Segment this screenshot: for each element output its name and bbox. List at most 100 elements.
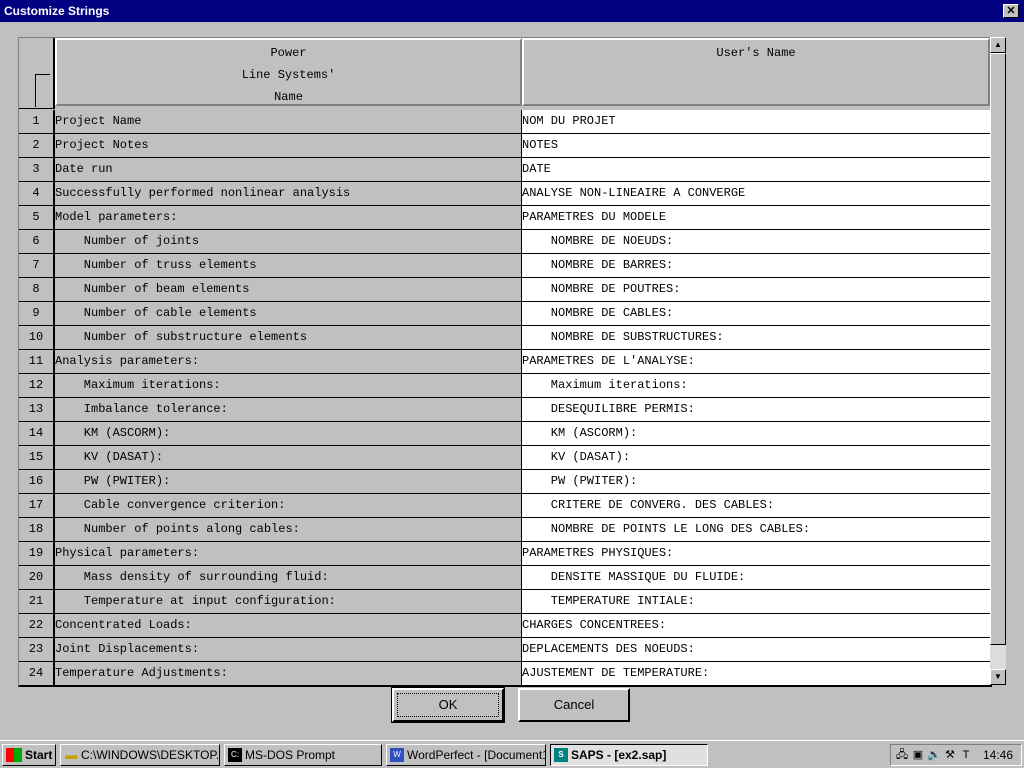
user-name-cell[interactable]: NOMBRE DE NOEUDS: [522, 230, 991, 253]
row-number[interactable]: 20 [19, 566, 55, 589]
user-name-cell[interactable]: AJUSTEMENT DE TEMPERATURE: [522, 662, 991, 685]
row-number[interactable]: 22 [19, 614, 55, 637]
table-row: 16 PW (PWITER): PW (PWITER): [19, 470, 991, 494]
taskbar-item-wordperfect[interactable]: W WordPerfect - [Document1] [386, 744, 546, 766]
table-row: 21 Temperature at input configuration: T… [19, 590, 991, 614]
row-number[interactable]: 10 [19, 326, 55, 349]
row-number[interactable]: 6 [19, 230, 55, 253]
system-name-cell: PW (PWITER): [55, 470, 522, 493]
monitor-icon[interactable]: ▣ [911, 748, 925, 762]
row-number[interactable]: 13 [19, 398, 55, 421]
scroll-thumb[interactable] [990, 53, 1006, 645]
user-name-cell[interactable]: DENSITE MASSIQUE DU FLUIDE: [522, 566, 991, 589]
taskbar-item-label: MS-DOS Prompt [245, 748, 336, 762]
user-name-cell[interactable]: NOMBRE DE POUTRES: [522, 278, 991, 301]
start-label: Start [25, 748, 53, 762]
row-number[interactable]: 17 [19, 494, 55, 517]
user-name-cell[interactable]: NOMBRE DE CABLES: [522, 302, 991, 325]
header-line: Name [274, 90, 303, 104]
header-line: Power [270, 46, 307, 60]
table-row: 15 KV (DASAT): KV (DASAT): [19, 446, 991, 470]
row-number[interactable]: 21 [19, 590, 55, 613]
window-title: Customize Strings [4, 4, 110, 18]
close-icon: ✕ [1006, 5, 1016, 17]
network-icon[interactable]: 🖧 [895, 748, 909, 762]
user-name-cell[interactable]: PARAMETRES PHYSIQUES: [522, 542, 991, 565]
user-name-cell[interactable]: KV (DASAT): [522, 446, 991, 469]
system-name-cell: Project Name [55, 110, 522, 133]
font-icon[interactable]: T [959, 748, 973, 762]
system-name-cell: Cable convergence criterion: [55, 494, 522, 517]
system-name-cell: Number of truss elements [55, 254, 522, 277]
speaker-icon[interactable]: 🔈 [927, 748, 941, 762]
row-number[interactable]: 14 [19, 422, 55, 445]
header-power-line-systems-name[interactable]: Power Line Systems' Name [55, 38, 522, 106]
row-number[interactable]: 18 [19, 518, 55, 541]
grid-corner[interactable] [19, 38, 55, 109]
table-row: 13 Imbalance tolerance: DESEQUILIBRE PER… [19, 398, 991, 422]
row-number[interactable]: 1 [19, 110, 55, 133]
taskbar-item-label: WordPerfect - [Document1] [407, 748, 546, 762]
header-users-name[interactable]: User's Name [522, 38, 990, 106]
row-number[interactable]: 15 [19, 446, 55, 469]
user-name-cell[interactable]: PW (PWITER): [522, 470, 991, 493]
row-number[interactable]: 2 [19, 134, 55, 157]
table-row: 10 Number of substructure elements NOMBR… [19, 326, 991, 350]
system-name-cell: Model parameters: [55, 206, 522, 229]
system-name-cell: Concentrated Loads: [55, 614, 522, 637]
user-name-cell[interactable]: NOMBRE DE POINTS LE LONG DES CABLES: [522, 518, 991, 541]
row-number[interactable]: 8 [19, 278, 55, 301]
user-name-cell[interactable]: KM (ASCORM): [522, 422, 991, 445]
user-name-cell[interactable]: DEPLACEMENTS DES NOEUDS: [522, 638, 991, 661]
user-name-cell[interactable]: NOM DU PROJET [522, 110, 991, 133]
user-name-cell[interactable]: CRITERE DE CONVERG. DES CABLES: [522, 494, 991, 517]
row-number[interactable]: 5 [19, 206, 55, 229]
scroll-down-button[interactable]: ▼ [990, 669, 1006, 685]
taskbar: Start ▬ C:\WINDOWS\DESKTOP... C: MS-DOS … [0, 740, 1024, 768]
scroll-up-button[interactable]: ▲ [990, 37, 1006, 53]
table-row: 9 Number of cable elements NOMBRE DE CAB… [19, 302, 991, 326]
tools-icon[interactable]: ⚒ [943, 748, 957, 762]
user-name-cell[interactable]: NOMBRE DE SUBSTRUCTURES: [522, 326, 991, 349]
row-number[interactable]: 19 [19, 542, 55, 565]
taskbar-item-desktop[interactable]: ▬ C:\WINDOWS\DESKTOP... [60, 744, 220, 766]
row-number[interactable]: 24 [19, 662, 55, 685]
window-titlebar[interactable]: Customize Strings ✕ [0, 0, 1024, 22]
header-line: Line Systems' [241, 68, 336, 82]
system-name-cell: Number of joints [55, 230, 522, 253]
taskbar-item-saps[interactable]: S SAPS - [ex2.sap] [550, 744, 708, 766]
user-name-cell[interactable]: PARAMETRES DE L'ANALYSE: [522, 350, 991, 373]
close-button[interactable]: ✕ [1003, 4, 1019, 18]
user-name-cell[interactable]: DESEQUILIBRE PERMIS: [522, 398, 991, 421]
row-number[interactable]: 4 [19, 182, 55, 205]
row-number[interactable]: 23 [19, 638, 55, 661]
system-name-cell: Number of beam elements [55, 278, 522, 301]
row-number[interactable]: 11 [19, 350, 55, 373]
start-button[interactable]: Start [2, 744, 56, 766]
vertical-scrollbar[interactable]: ▲ ▼ [990, 37, 1006, 685]
row-number[interactable]: 12 [19, 374, 55, 397]
user-name-cell[interactable]: NOMBRE DE BARRES: [522, 254, 991, 277]
user-name-cell[interactable]: TEMPERATURE INTIALE: [522, 590, 991, 613]
cancel-button[interactable]: Cancel [518, 688, 630, 722]
user-name-cell[interactable]: ANALYSE NON-LINEAIRE A CONVERGE [522, 182, 991, 205]
user-name-cell[interactable]: Maximum iterations: [522, 374, 991, 397]
system-name-cell: Temperature at input configuration: [55, 590, 522, 613]
ok-button[interactable]: OK [391, 687, 505, 723]
table-row: 1 Project Name NOM DU PROJET [19, 110, 991, 134]
table-row: 22 Concentrated Loads: CHARGES CONCENTREES… [19, 614, 991, 638]
row-number[interactable]: 9 [19, 302, 55, 325]
row-number[interactable]: 3 [19, 158, 55, 181]
system-name-cell: Date run [55, 158, 522, 181]
user-name-cell[interactable]: PARAMETRES DU MODELE [522, 206, 991, 229]
system-name-cell: Temperature Adjustments: [55, 662, 522, 685]
row-number[interactable]: 16 [19, 470, 55, 493]
taskbar-item-msdos[interactable]: C: MS-DOS Prompt [224, 744, 382, 766]
user-name-cell[interactable]: DATE [522, 158, 991, 181]
table-row: 3 Date run DATE [19, 158, 991, 182]
row-number[interactable]: 7 [19, 254, 55, 277]
user-name-cell[interactable]: NOTES [522, 134, 991, 157]
user-name-cell[interactable]: CHARGES CONCENTREES: [522, 614, 991, 637]
system-name-cell: Number of substructure elements [55, 326, 522, 349]
clock: 14:46 [982, 748, 1013, 762]
